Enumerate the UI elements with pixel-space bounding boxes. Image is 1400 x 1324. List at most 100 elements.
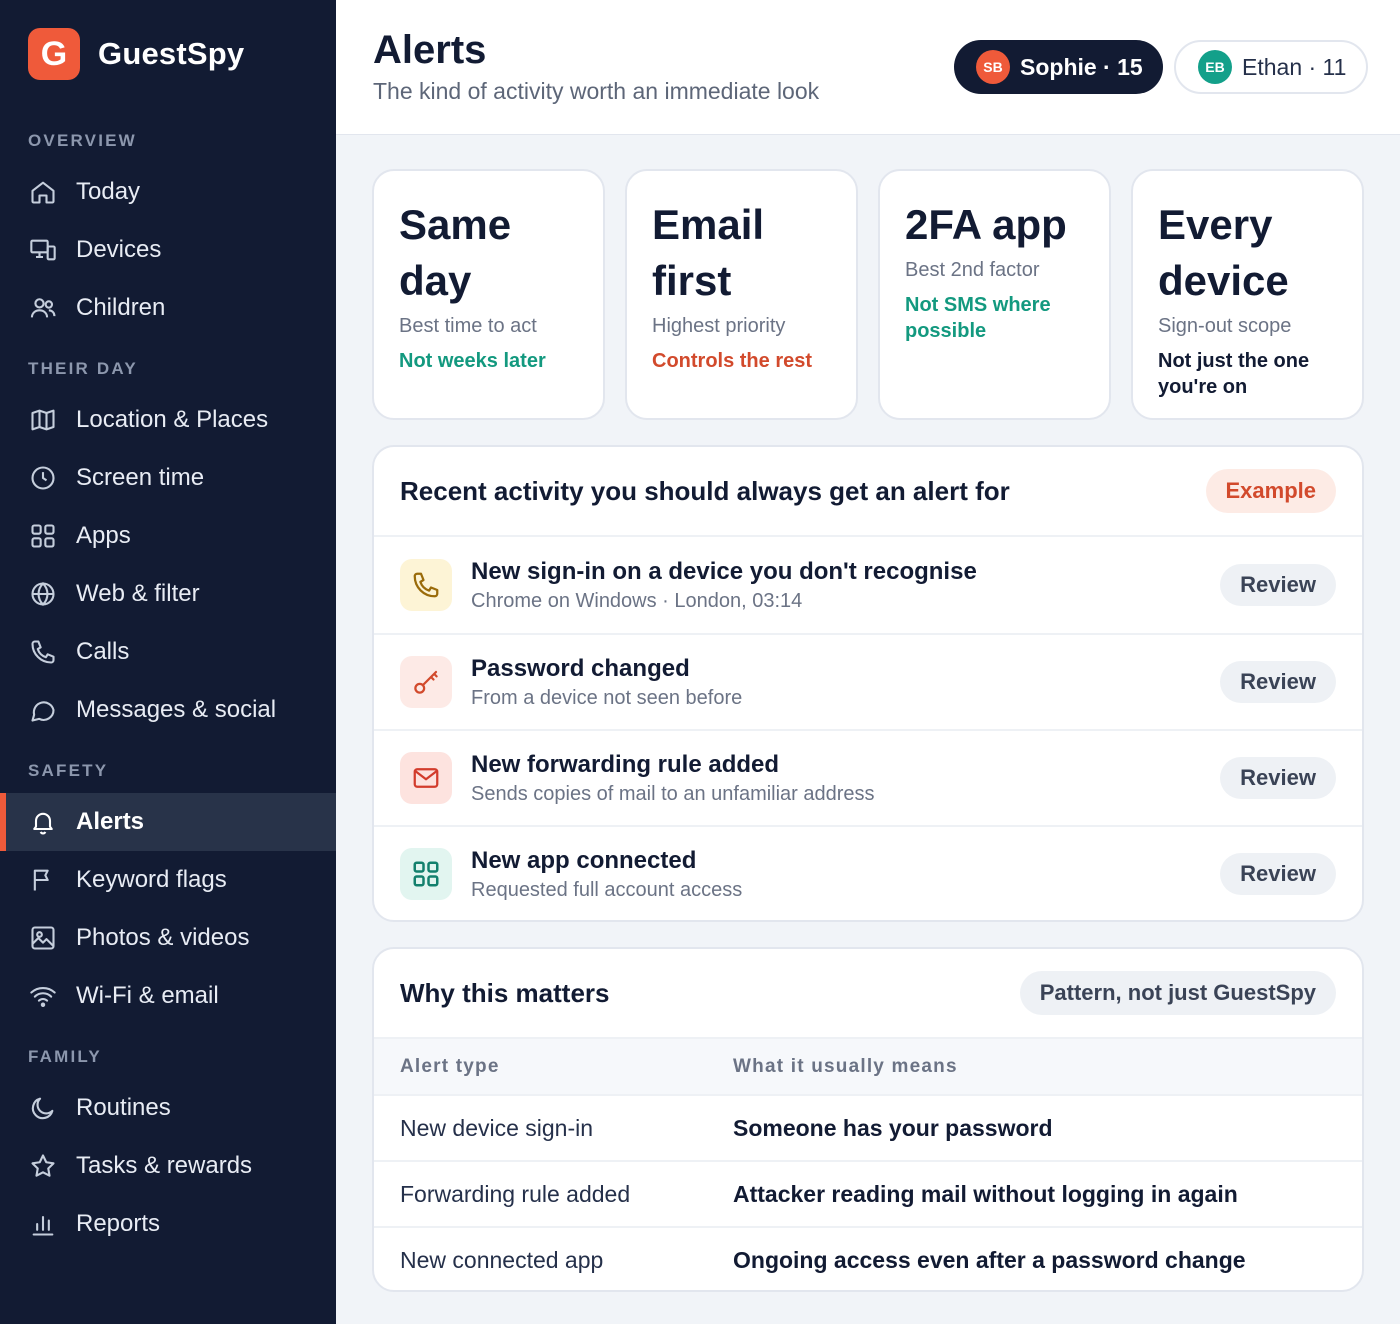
alert-row: New app connected Requested full account… [374, 825, 1362, 920]
sidebar-item-devices[interactable]: Devices [0, 221, 336, 279]
phone-icon [400, 559, 452, 611]
page-header: Alerts The kind of activity worth an imm… [336, 0, 1400, 135]
review-button[interactable]: Review [1220, 853, 1336, 895]
flag-icon [28, 865, 58, 895]
stat-title-line: device [1158, 257, 1289, 304]
table-row: New connected app Ongoing access even af… [374, 1226, 1362, 1290]
avatar: SB [976, 50, 1010, 84]
sidebar-item-routines[interactable]: Routines [0, 1079, 336, 1137]
sidebar-item-label: Routines [76, 1094, 171, 1121]
alert-type-cell: Forwarding rule added [374, 1160, 733, 1227]
child-chip-label: Sophie · 15 [1020, 53, 1143, 80]
sidebar-item-wifi-email[interactable]: Wi-Fi & email [0, 967, 336, 1025]
pattern-badge: Pattern, not just GuestSpy [1019, 971, 1336, 1015]
sidebar-item-label: Web & filter [76, 580, 200, 607]
sidebar-item-label: Today [76, 178, 141, 205]
sidebar-item-label: Devices [76, 236, 162, 263]
sidebar-item-label: Children [76, 294, 166, 321]
panel-header: Why this matters Pattern, not just Guest… [374, 949, 1362, 1039]
why-matters-panel: Why this matters Pattern, not just Guest… [372, 947, 1364, 1292]
stat-note: Not SMS where possible [905, 294, 1051, 342]
sidebar-item-alerts[interactable]: Alerts [0, 793, 336, 851]
section-label-safety: SAFETY [28, 761, 109, 780]
alert-row: New sign-in on a device you don't recogn… [374, 537, 1362, 633]
panel-title: Why this matters [400, 977, 610, 1008]
devices-icon [28, 235, 58, 265]
panel-header: Recent activity you should always get an… [374, 447, 1362, 537]
meaning-cell: Someone has your password [733, 1114, 1053, 1141]
example-badge: Example [1205, 469, 1336, 513]
stat-card-2fa-app: 2FA app Best 2nd factor Not SMS where po… [878, 169, 1111, 420]
sidebar-item-label: Keyword flags [76, 866, 227, 893]
sidebar-item-photos[interactable]: Photos & videos [0, 909, 336, 967]
column-header-alert-type: Alert type [374, 1039, 733, 1096]
sidebar-item-messages[interactable]: Messages & social [0, 681, 336, 739]
sidebar-item-web-filter[interactable]: Web & filter [0, 565, 336, 623]
alert-title: Password changed [471, 654, 690, 682]
child-selector-ethan[interactable]: EB Ethan · 11 [1174, 40, 1369, 94]
sidebar-item-label: Photos & videos [76, 924, 250, 951]
sidebar-item-screen-time[interactable]: Screen time [0, 449, 336, 507]
sidebar-item-label: Screen time [76, 464, 205, 491]
alert-type-cell: New connected app [374, 1226, 733, 1290]
sidebar-item-label: Calls [76, 638, 130, 665]
sidebar-item-tasks[interactable]: Tasks & rewards [0, 1137, 336, 1195]
bar-chart-icon [28, 1209, 58, 1239]
brand-logo-icon: G [28, 28, 80, 80]
column-header-meaning: What it usually means [733, 1039, 1362, 1096]
table-row: New device sign-in Someone has your pass… [374, 1095, 1362, 1161]
alert-type-cell: New device sign-in [400, 1114, 594, 1141]
stat-card-email-first: Email first Highest priority Controls the… [625, 169, 858, 420]
chat-icon [28, 695, 58, 725]
stat-note: Not just the one you're on [1158, 350, 1310, 398]
meaning-cell: Ongoing access even after a password cha… [733, 1226, 1362, 1290]
review-button[interactable]: Review [1220, 757, 1336, 799]
clock-icon [28, 463, 58, 493]
avatar: EB [1198, 50, 1232, 84]
stat-note: Not weeks later [399, 350, 546, 372]
alert-title: New forwarding rule added [471, 750, 780, 778]
sidebar-item-label: Reports [76, 1210, 161, 1237]
alert-meaning-table: Alert type What it usually means New dev… [374, 1039, 1362, 1290]
stat-title: Same day [399, 197, 603, 309]
sidebar-item-reports[interactable]: Reports [0, 1195, 336, 1253]
page-subtitle: The kind of activity worth an immediate … [373, 78, 820, 104]
alert-list: New sign-in on a device you don't recogn… [374, 537, 1362, 920]
alert-row: Password changed From a device not seen … [374, 633, 1362, 729]
image-icon [28, 923, 58, 953]
users-icon [28, 293, 58, 323]
sidebar-item-apps[interactable]: Apps [0, 507, 336, 565]
phone-icon [28, 637, 58, 667]
alert-detail: Chrome on Windows · London, 03:14 [471, 589, 803, 612]
stat-title-line: day [399, 257, 472, 304]
stat-subtitle: Best 2nd factor [905, 259, 1040, 281]
alert-title: New app connected [471, 846, 697, 874]
brand[interactable]: G GuestSpy [28, 28, 244, 80]
stat-card-same-day: Same day Best time to act Not weeks later [372, 169, 605, 420]
sidebar-item-keyword-flags[interactable]: Keyword flags [0, 851, 336, 909]
globe-icon [28, 579, 58, 609]
mail-icon [400, 752, 452, 804]
sidebar-item-calls[interactable]: Calls [0, 623, 336, 681]
sidebar-item-location[interactable]: Location & Places [0, 391, 336, 449]
review-button[interactable]: Review [1220, 661, 1336, 703]
alert-detail: Sends copies of mail to an unfamiliar ad… [471, 782, 875, 805]
sidebar-item-label: Messages & social [76, 696, 277, 723]
alert-detail: Requested full account access [471, 878, 743, 901]
sidebar-item-children[interactable]: Children [0, 279, 336, 337]
sidebar-item-today[interactable]: Today [0, 163, 336, 221]
section-label-their-day: THEIR DAY [28, 359, 138, 378]
review-button[interactable]: Review [1220, 564, 1336, 606]
stat-subtitle: Best time to act [399, 315, 537, 337]
key-icon [400, 656, 452, 708]
section-label-overview: OVERVIEW [28, 131, 137, 150]
home-icon [28, 177, 58, 207]
alert-row: New forwarding rule added Sends copies o… [374, 729, 1362, 825]
stat-card-every-device: Every device Sign-out scope Not just the … [1131, 169, 1364, 420]
grid-icon [28, 521, 58, 551]
sidebar-item-label: Location & Places [76, 406, 269, 433]
child-selector-sophie[interactable]: SB Sophie · 15 [954, 40, 1163, 94]
stat-title: Email first [652, 197, 856, 309]
stat-title-line: first [652, 257, 732, 304]
stat-title: Every device [1158, 197, 1362, 309]
